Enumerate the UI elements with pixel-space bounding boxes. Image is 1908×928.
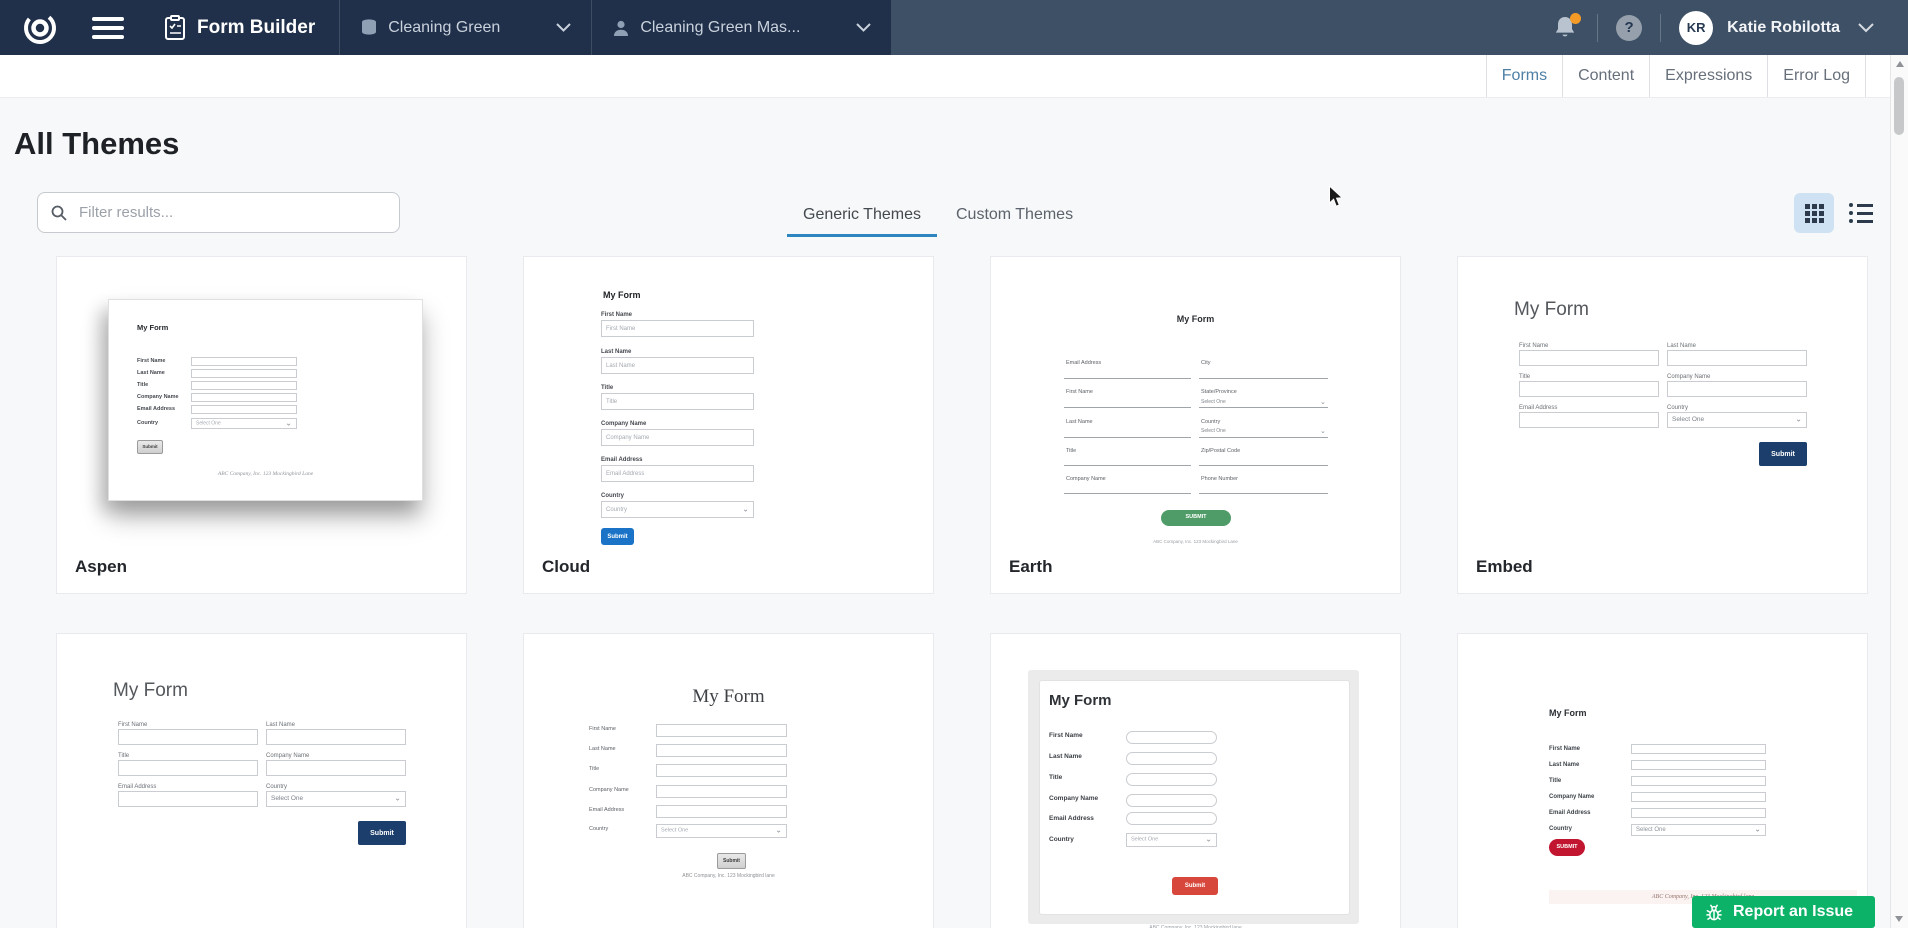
org-dropdown[interactable]: Cleaning Green xyxy=(340,0,591,55)
notification-badge xyxy=(1570,13,1581,24)
tab-custom-themes[interactable]: Custom Themes xyxy=(937,197,1092,237)
org-dropdown-value: Cleaning Green xyxy=(388,19,500,37)
help-icon[interactable]: ? xyxy=(1616,15,1642,41)
report-an-issue-button[interactable]: Report an Issue xyxy=(1692,896,1875,928)
database-icon xyxy=(360,18,378,38)
context-dropdown[interactable]: Cleaning Green Mas... xyxy=(592,0,891,55)
scroll-up-arrow-icon[interactable] xyxy=(1896,61,1904,67)
theme-name: Embed xyxy=(1476,557,1533,577)
scroll-down-arrow-icon[interactable] xyxy=(1895,916,1903,922)
select-chevron-icon: ⌄ xyxy=(394,794,401,802)
theme-card[interactable]: My Form First Name Last Name Title Compa… xyxy=(990,633,1401,928)
tab-expressions[interactable]: Expressions xyxy=(1649,55,1767,97)
app-logo-icon[interactable] xyxy=(22,10,58,46)
clipboard-icon xyxy=(164,15,186,41)
theme-card[interactable]: My Form First Name Last Name Title Compa… xyxy=(523,633,934,928)
tab-error-log[interactable]: Error Log xyxy=(1767,55,1866,97)
context-dropdown-value: Cleaning Green Mas... xyxy=(640,19,800,37)
select-chevron-icon: ⌄ xyxy=(1795,415,1802,423)
topbar-divider xyxy=(1660,14,1661,42)
select-chevron-icon: ⌄ xyxy=(742,505,749,513)
theme-card-earth[interactable]: My Form Email Address First Name Last Na… xyxy=(990,256,1401,594)
select-chevron-icon: ⌄ xyxy=(1205,835,1212,843)
app-screen: Form Builder Cleaning Green xyxy=(0,0,1908,928)
theme-card-embed[interactable]: My Form First Name Last Name Title Compa… xyxy=(1457,256,1868,594)
theme-card-cloud[interactable]: My Form First Name First Name Last Name … xyxy=(523,256,934,594)
theme-type-tabs: Generic Themes Custom Themes xyxy=(787,197,1092,237)
notifications-bell-icon[interactable] xyxy=(1553,15,1579,41)
top-navigation-bar: Form Builder Cleaning Green xyxy=(0,0,1908,55)
tab-generic-themes[interactable]: Generic Themes xyxy=(787,197,937,237)
theme-name: Earth xyxy=(1009,557,1052,577)
select-chevron-icon: ⌄ xyxy=(1754,825,1761,833)
theme-card[interactable]: My Form First Name Last Name Title Compa… xyxy=(1457,633,1868,928)
filter-box xyxy=(37,192,400,233)
app-title-group: Form Builder xyxy=(164,15,315,41)
grid-view-button[interactable] xyxy=(1794,193,1834,233)
vertical-scrollbar[interactable] xyxy=(1890,55,1908,928)
page-title: All Themes xyxy=(14,126,179,162)
mouse-cursor xyxy=(1328,185,1345,209)
filter-input[interactable] xyxy=(77,203,386,222)
scrollbar-thumb[interactable] xyxy=(1894,77,1904,135)
user-menu-chevron-icon[interactable] xyxy=(1858,23,1874,33)
theme-card-aspen[interactable]: My Form First Name Last Name Title Compa… xyxy=(56,256,467,594)
topbar-right: ? KR Katie Robilotta xyxy=(891,0,1908,55)
topbar-divider xyxy=(1597,14,1598,42)
select-chevron-icon: ⌄ xyxy=(285,419,292,427)
select-chevron-icon: ⌄ xyxy=(1320,398,1326,406)
report-an-issue-label: Report an Issue xyxy=(1733,903,1853,921)
theme-card[interactable]: My Form First Name Last Name Title Compa… xyxy=(56,633,467,928)
tab-forms[interactable]: Forms xyxy=(1486,55,1562,97)
list-view-icon xyxy=(1849,203,1873,223)
tab-content[interactable]: Content xyxy=(1562,55,1649,97)
theme-thumbnail: My Form First Name Last Name Title Compa… xyxy=(108,299,423,501)
view-toggles xyxy=(1794,193,1881,233)
list-view-button[interactable] xyxy=(1841,193,1881,233)
grid-view-icon xyxy=(1805,204,1824,223)
theme-name: Aspen xyxy=(75,557,127,577)
user-name: Katie Robilotta xyxy=(1727,19,1840,37)
hamburger-menu-icon[interactable] xyxy=(92,17,124,39)
chevron-down-icon xyxy=(856,23,871,32)
person-icon xyxy=(612,19,630,37)
topbar-left: Form Builder Cleaning Green xyxy=(0,0,891,55)
user-avatar[interactable]: KR xyxy=(1679,11,1713,45)
select-chevron-icon: ⌄ xyxy=(1320,427,1326,435)
bug-icon xyxy=(1704,902,1724,922)
chevron-down-icon xyxy=(556,23,571,32)
app-title: Form Builder xyxy=(197,17,315,39)
section-tab-bar: Forms Content Expressions Error Log xyxy=(0,55,1891,98)
theme-name: Cloud xyxy=(542,557,590,577)
select-chevron-icon: ⌄ xyxy=(775,826,782,834)
search-icon xyxy=(51,205,67,221)
